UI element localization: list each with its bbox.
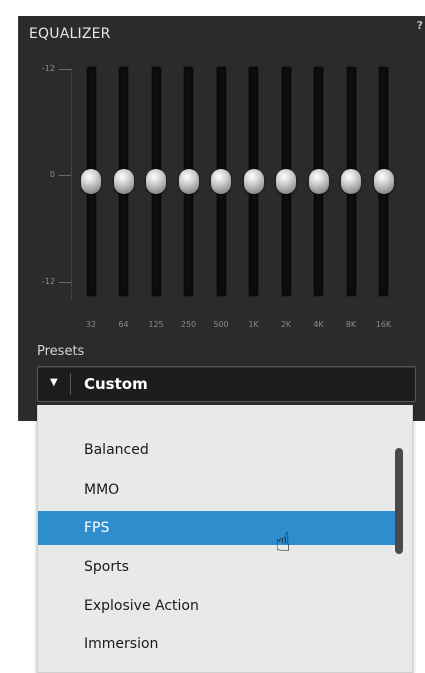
presets-select[interactable]: ▼ Custom [37,366,416,402]
eq-knob-4K[interactable] [308,169,329,194]
freq-label-64: 64 [118,320,129,329]
dropdown-scrollbar[interactable] [395,448,403,554]
freq-label-500: 500 [213,320,229,329]
eq-knob-125[interactable] [146,169,166,194]
help-icon[interactable]: ? [417,19,423,32]
presets-selected-value: Custom [84,375,148,393]
scale-axis [71,69,72,299]
freq-label-250: 250 [180,320,197,329]
eq-knob-500[interactable] [211,169,231,194]
scale-tick-top [59,69,71,70]
eq-knob-32[interactable] [81,169,101,194]
freq-label-8K: 8K [345,320,357,329]
preset-option-explosive-action[interactable]: Explosive Action [38,589,402,623]
freq-label-4K: 4K [313,320,324,329]
hand-pointer-icon: ☝ [275,528,291,558]
scale-label-mid: 0 [49,170,55,179]
preset-option-immersion[interactable]: Immersion [38,627,402,661]
freq-label-2K: 2K [280,320,292,329]
eq-knob-64[interactable] [113,169,134,194]
preset-option-balanced[interactable]: Balanced [38,433,402,467]
scale-tick-bottom [59,282,71,283]
eq-knob-1K[interactable] [243,169,264,194]
eq-knob-8K[interactable] [341,169,361,194]
preset-option-sports[interactable]: Sports [38,550,402,584]
freq-label-16K: 16K [375,320,392,329]
preset-option-mmo[interactable]: MMO [38,473,402,507]
equalizer-title: EQUALIZER [29,26,111,42]
eq-knob-2K[interactable] [276,169,296,194]
presets-dropdown-list[interactable]: Balanced MMO FPS Sports Explosive Action… [37,405,413,673]
presets-label: Presets [37,344,85,359]
scale-tick-mid [59,175,71,176]
preset-option-fps[interactable]: FPS [38,511,402,545]
equalizer-panel: EQUALIZER ? -12 0 -12 32 64 125 250 500 1K 2K 4… [18,16,425,421]
scale-label-bottom: -12 [41,277,55,286]
eq-knob-250[interactable] [178,169,199,194]
freq-label-32: 32 [85,320,97,329]
eq-knob-16K[interactable] [373,169,394,194]
freq-label-1K: 1K [248,320,259,329]
triangle-down-icon[interactable]: ▼ [50,377,58,388]
scale-label-top: -12 [41,64,55,73]
freq-label-125: 125 [148,320,164,329]
select-divider [70,373,71,395]
